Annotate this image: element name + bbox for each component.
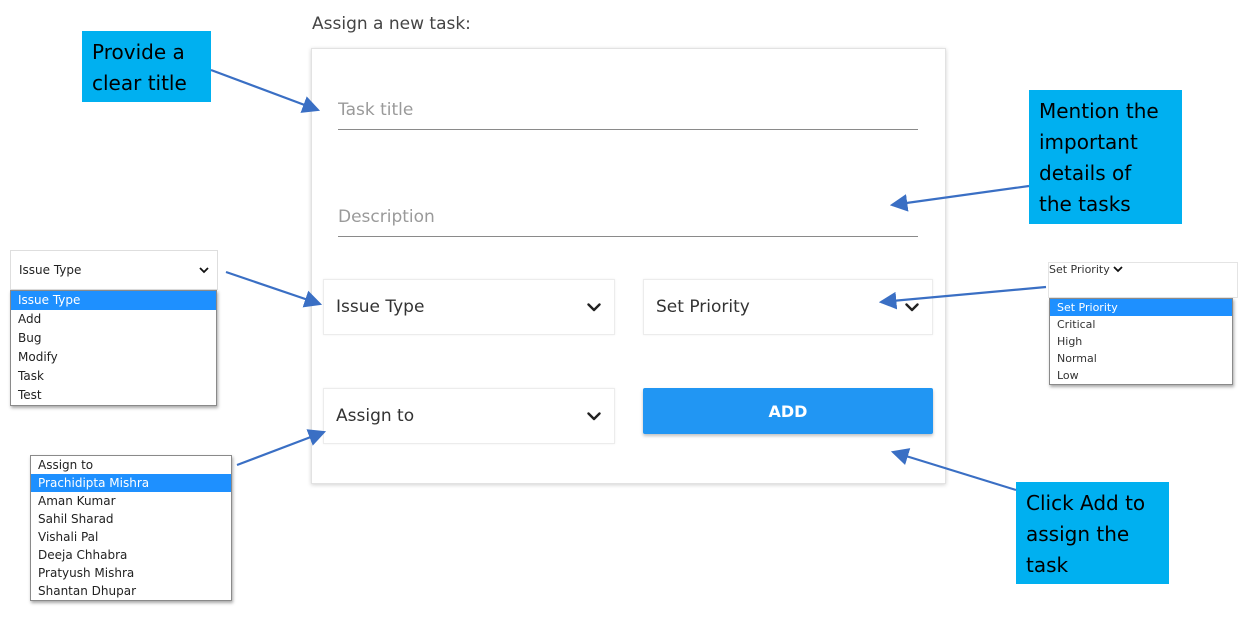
arrow-to-title (210, 68, 321, 113)
arrow-to-description (889, 184, 1030, 212)
annotation-arrows (210, 68, 1047, 492)
arrow-to-add (890, 448, 1017, 492)
arrow-to-assign (236, 429, 327, 467)
arrow-to-issue-type (225, 270, 323, 308)
arrow-to-priority (878, 285, 1047, 310)
